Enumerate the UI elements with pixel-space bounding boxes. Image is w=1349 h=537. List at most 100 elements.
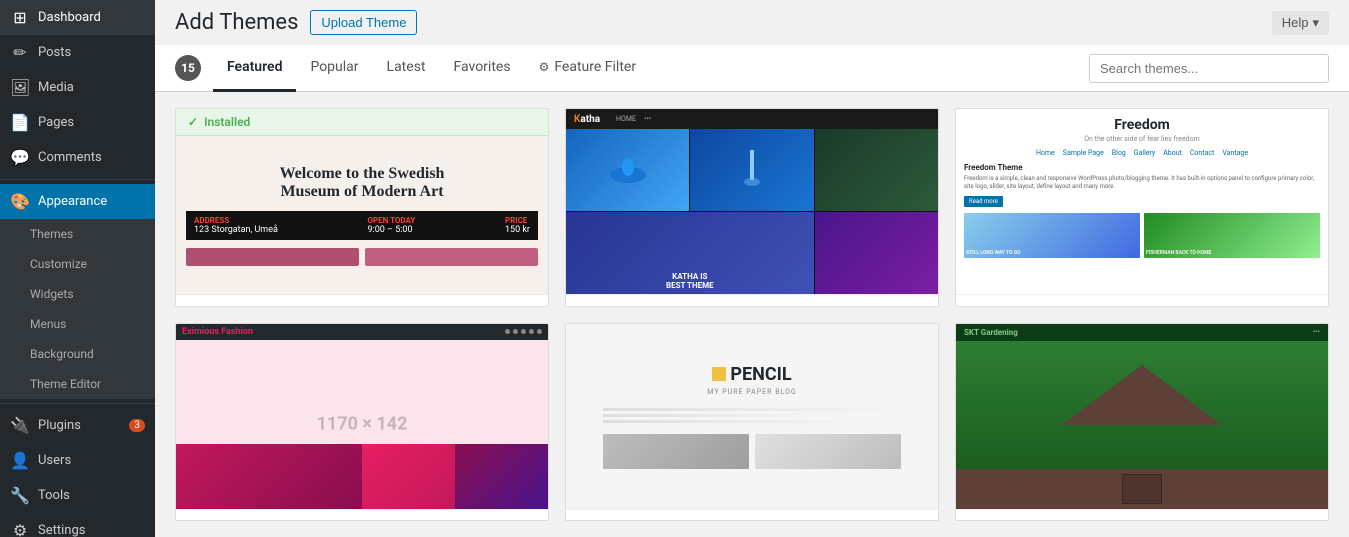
plugins-badge: 3 — [129, 419, 145, 432]
tab-latest[interactable]: Latest — [373, 45, 440, 92]
help-label: Help — [1282, 15, 1309, 30]
freedom-read-more: Read more — [964, 196, 1003, 207]
katha-img-5 — [815, 212, 938, 294]
ef-dot-1 — [505, 329, 510, 334]
tab-featured[interactable]: Featured — [213, 45, 296, 92]
sidebar-item-dashboard[interactable]: ⊞ Dashboard — [0, 0, 155, 35]
sidebar-item-pages[interactable]: 📄 Pages — [0, 105, 155, 140]
appearance-submenu: Themes Customize Widgets Menus Backgroun… — [0, 219, 155, 399]
check-icon: ✓ — [188, 115, 198, 129]
theme-card-eximious-fashion[interactable]: Eximious Fashion 1170 × 142 — [175, 323, 549, 522]
sidebar-item-background[interactable]: Background — [0, 339, 155, 369]
sidebar-item-widgets[interactable]: Widgets — [0, 279, 155, 309]
tools-icon: 🔧 — [10, 486, 30, 505]
help-button[interactable]: Help ▾ — [1272, 11, 1329, 35]
theme-preview-katha: Katha HOME••• — [566, 109, 938, 294]
ef-img-fashion-2 — [362, 444, 455, 509]
theme-card-skt-gardening[interactable]: SKT Gardening ••• SKT Gardening — [955, 323, 1329, 522]
freedom-nav-gallery: Gallery — [1134, 149, 1155, 157]
search-input[interactable] — [1089, 54, 1329, 83]
tab-latest-label: Latest — [387, 59, 426, 75]
sidebar-item-tools[interactable]: 🔧 Tools — [0, 478, 155, 513]
theme-card-pencil[interactable]: PENCIL MY PURE PAPER BLOG Pencil — [565, 323, 939, 522]
ef-main-area: 1170 × 142 — [176, 340, 548, 509]
freedom-nav: Home Sample Page Blog Gallery About Cont… — [964, 149, 1320, 157]
theme-card-freedom[interactable]: Freedom On the other side of fear lies f… — [955, 108, 1329, 307]
tab-feature-filter-label: Feature Filter — [554, 59, 636, 75]
tt-bar-1 — [186, 248, 359, 266]
sidebar-item-comments[interactable]: 💬 Comments — [0, 140, 155, 175]
garden-header: SKT Gardening ••• — [956, 324, 1328, 341]
freedom-nav-vantage: Vantage — [1222, 149, 1248, 157]
pencil-logo-text: PENCIL — [730, 364, 791, 385]
freedom-nav-about: About — [1163, 149, 1182, 157]
sidebar-item-customize[interactable]: Customize — [0, 249, 155, 279]
widgets-label: Widgets — [30, 287, 74, 301]
sidebar-item-label: Posts — [38, 45, 71, 60]
freedom-images: STILL LONG WAY TO GO FISHERMAN BACK TO H… — [964, 213, 1320, 258]
garden-body — [956, 341, 1328, 469]
installed-label: Installed — [204, 115, 250, 129]
sidebar-item-media[interactable]: 🖼 Media — [0, 70, 155, 105]
tt-decorative-bars — [186, 248, 538, 266]
tab-feature-filter[interactable]: ⚙ Feature Filter — [525, 45, 651, 92]
katha-img-2 — [690, 129, 813, 211]
themes-label: Themes — [30, 227, 73, 241]
theme-card-katha[interactable]: Katha HOME••• — [565, 108, 939, 307]
ef-header: Eximious Fashion — [176, 324, 548, 340]
tab-popular-label: Popular — [310, 59, 358, 75]
garden-nav-1: ••• — [1313, 328, 1320, 336]
page-header: Add Themes Upload Theme Help ▾ — [155, 0, 1349, 45]
pencil-square — [712, 367, 726, 381]
sidebar-item-appearance[interactable]: 🎨 Appearance — [0, 184, 155, 219]
themes-grid: ✓ Installed Welcome to the SwedishMuseum… — [155, 92, 1349, 537]
menus-label: Menus — [30, 317, 66, 331]
freedom-img2-label: FISHERMAN BACK TO HOME — [1146, 250, 1318, 256]
freedom-img-2: FISHERMAN BACK TO HOME — [1144, 213, 1320, 258]
tt-preview-title: Welcome to the SwedishMuseum of Modern A… — [280, 165, 445, 201]
sidebar-item-settings[interactable]: ⚙ Settings — [0, 513, 155, 537]
sidebar-item-label: Users — [38, 453, 71, 468]
freedom-description: Freedom is a simple, clean and responsiv… — [964, 175, 1320, 192]
sidebar-item-plugins[interactable]: 🔌 Plugins 3 — [0, 408, 155, 443]
tab-popular[interactable]: Popular — [296, 45, 372, 92]
sidebar-item-label: Plugins — [38, 418, 81, 433]
sidebar-item-posts[interactable]: ✏ Posts — [0, 35, 155, 70]
gear-icon: ⚙ — [539, 60, 550, 74]
sidebar-item-users[interactable]: 👤 Users — [0, 443, 155, 478]
sidebar-item-menus[interactable]: Menus — [0, 309, 155, 339]
header-left: Add Themes Upload Theme — [175, 10, 417, 35]
theme-name-eximious: Eximious Fashion — [176, 509, 548, 522]
theme-name-skt-gardening: SKT Gardening — [956, 509, 1328, 522]
theme-name-twenty-twenty: Twenty Twenty — [176, 294, 548, 307]
garden-brand-label: SKT Gardening — [964, 328, 1018, 337]
page-title: Add Themes — [175, 10, 298, 35]
ef-dot-2 — [513, 329, 518, 334]
appearance-icon: 🎨 — [10, 192, 30, 211]
dashboard-icon: ⊞ — [10, 8, 30, 27]
price-label: PRICE — [505, 216, 530, 225]
freedom-img1-label: STILL LONG WAY TO GO — [966, 250, 1138, 256]
pages-icon: 📄 — [10, 113, 30, 132]
sidebar-item-label: Tools — [38, 488, 70, 503]
pencil-line-2 — [603, 414, 811, 417]
sidebar-item-label: Pages — [38, 115, 74, 130]
theme-preview-gardening: SKT Gardening ••• — [956, 324, 1328, 509]
freedom-nav-contact: Contact — [1190, 149, 1214, 157]
theme-preview-eximious: Eximious Fashion 1170 × 142 — [176, 324, 548, 509]
katha-overlay-text: KATHA ISBEST THEME — [570, 272, 810, 290]
tt-bar-2 — [365, 248, 538, 266]
ef-dot-4 — [529, 329, 534, 334]
freedom-main: Freedom Theme Freedom is a simple, clean… — [964, 163, 1320, 207]
ef-dot-5 — [537, 329, 542, 334]
theme-name-pencil: Pencil — [566, 509, 938, 522]
sidebar-item-label: Dashboard — [38, 10, 101, 25]
sidebar-item-themes[interactable]: Themes — [0, 219, 155, 249]
pencil-image-area — [603, 434, 901, 469]
theme-card-twenty-twenty[interactable]: ✓ Installed Welcome to the SwedishMuseum… — [175, 108, 549, 307]
sidebar-item-theme-editor[interactable]: Theme Editor — [0, 369, 155, 399]
garden-roof-shape — [1062, 365, 1222, 425]
tab-favorites[interactable]: Favorites — [440, 45, 525, 92]
upload-theme-button[interactable]: Upload Theme — [310, 10, 417, 35]
ef-size-text: 1170 × 142 — [317, 414, 408, 435]
